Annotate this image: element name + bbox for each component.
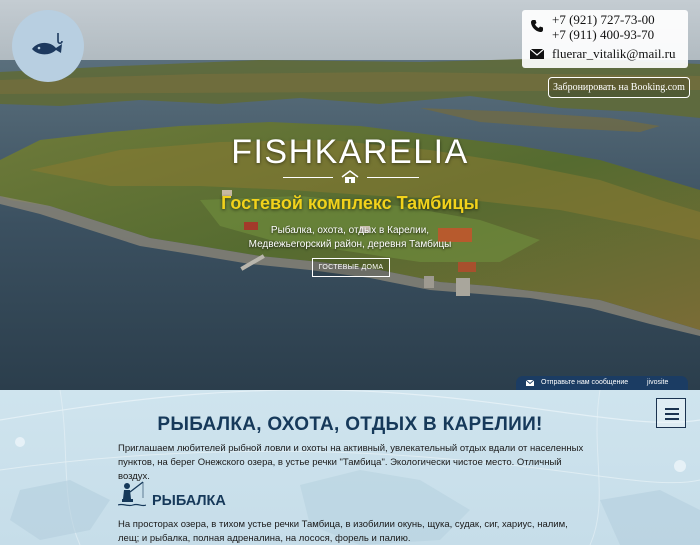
divider-right: [367, 177, 419, 178]
tagline-line-1: Рыбалка, охота, отдых в Карелии,: [270, 225, 430, 236]
booking-button[interactable]: Забронировать на Booking.com: [548, 77, 690, 98]
phone-icon: [531, 20, 543, 32]
site-logo[interactable]: [12, 10, 84, 82]
chat-widget-brand: jivosite: [647, 379, 669, 386]
tagline-line-2: Медвежьегорский район, деревня Тамбицы: [248, 239, 452, 250]
house-icon: [341, 170, 359, 183]
hero-banner: +7 (921) 727-73-00 +7 (911) 400-93-70 fl…: [0, 0, 700, 390]
menu-bar-top: [665, 408, 679, 410]
phone-number-1[interactable]: +7 (921) 727-73-00: [552, 12, 655, 27]
page-heading: РЫБАЛКА, ОХОТА, ОТДЫХ В КАРЕЛИИ!: [157, 414, 543, 435]
envelope-icon: [526, 380, 534, 386]
fisherman-icon: [118, 481, 146, 507]
mail-icon: [530, 49, 544, 59]
main-content: РЫБАЛКА, ОХОТА, ОТДЫХ В КАРЕЛИИ! Приглаш…: [0, 390, 700, 545]
email-link[interactable]: fluerar_vitalik@mail.ru: [552, 46, 676, 62]
fish-hook-icon: [32, 33, 63, 55]
intro-paragraph: Приглашаем любителей рыбной ловли и охот…: [118, 443, 584, 482]
phone-number-2[interactable]: +7 (911) 400-93-70: [552, 27, 655, 42]
chat-widget-label: Отправьте нам сообщение: [541, 379, 629, 386]
hero-subtitle: Гостевой комплекс Тамбицы: [221, 193, 479, 213]
contact-panel: +7 (921) 727-73-00 +7 (911) 400-93-70 fl…: [522, 10, 688, 68]
guest-houses-button[interactable]: ГОСТЕВЫЕ ДОМА: [312, 258, 390, 277]
section-title-fishing: РЫБАЛКА: [152, 493, 226, 509]
section-text-fishing: На просторах озера, в тихом устье речки …: [118, 519, 568, 544]
chat-widget-bar[interactable]: Отправьте нам сообщение jivosite: [516, 376, 688, 390]
phone-numbers: +7 (921) 727-73-00 +7 (911) 400-93-70: [552, 12, 655, 42]
hero-tagline: Рыбалка, охота, отдых в Карелии, Медвежь…: [0, 224, 700, 252]
site-brand: FISHKARELIA: [231, 133, 469, 171]
divider-left: [283, 177, 333, 178]
